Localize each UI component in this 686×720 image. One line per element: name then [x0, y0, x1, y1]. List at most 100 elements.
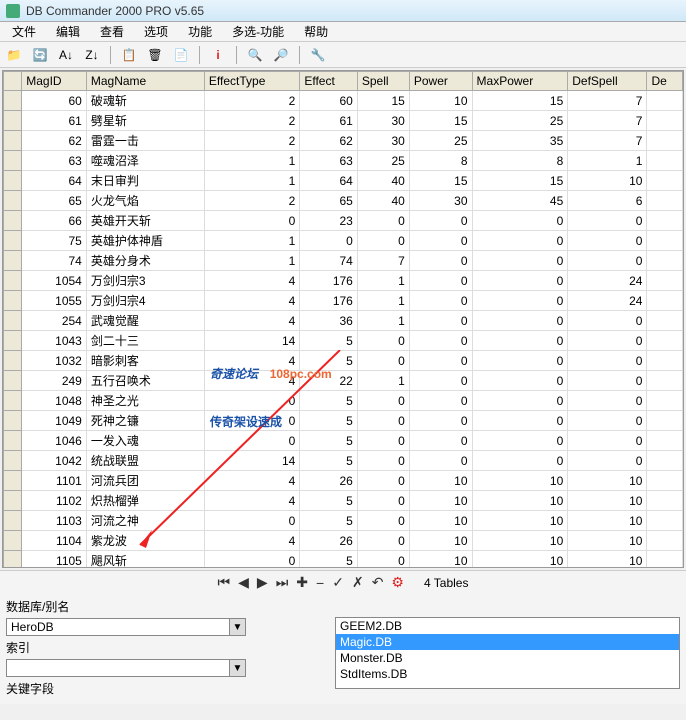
cell[interactable]: 1102 — [22, 491, 87, 511]
cell[interactable]: 10 — [409, 471, 472, 491]
table-row[interactable]: 1032暗影刺客450000 — [4, 351, 683, 371]
cell[interactable]: 0 — [472, 211, 568, 231]
cell[interactable]: 176 — [300, 291, 358, 311]
cell[interactable]: 64 — [22, 171, 87, 191]
cell[interactable]: 暗影刺客 — [86, 351, 204, 371]
cell[interactable]: 61 — [22, 111, 87, 131]
sort-az-icon[interactable]: A↓ — [56, 45, 76, 65]
cell[interactable]: 7 — [568, 131, 647, 151]
cell[interactable]: 0 — [472, 291, 568, 311]
cell[interactable]: 10 — [568, 471, 647, 491]
column-header[interactable]: MagName — [86, 72, 204, 91]
table-row[interactable]: 1104紫龙波4260101010 — [4, 531, 683, 551]
cell[interactable]: 1 — [357, 271, 409, 291]
cell[interactable]: 5 — [300, 391, 358, 411]
cell[interactable]: 15 — [472, 171, 568, 191]
cell[interactable]: 2 — [204, 131, 299, 151]
cell[interactable]: 65 — [300, 191, 358, 211]
info-icon[interactable]: i — [208, 45, 228, 65]
cell[interactable]: 武魂觉醒 — [86, 311, 204, 331]
copy-icon[interactable]: 📋 — [119, 45, 139, 65]
cell[interactable]: 0 — [300, 231, 358, 251]
folder-icon[interactable]: 📁 — [4, 45, 24, 65]
cell[interactable]: 14 — [204, 331, 299, 351]
cell[interactable]: 0 — [357, 431, 409, 451]
cell[interactable]: 60 — [300, 91, 358, 111]
cell[interactable]: 75 — [22, 231, 87, 251]
column-header[interactable]: EffectType — [204, 72, 299, 91]
cell[interactable]: 0 — [357, 511, 409, 531]
add-icon[interactable]: ✚ — [296, 574, 308, 591]
table-row[interactable]: 1055万剑归宗4417610024 — [4, 291, 683, 311]
cell[interactable]: 0 — [472, 251, 568, 271]
cell[interactable]: 1103 — [22, 511, 87, 531]
cell[interactable]: 1 — [204, 251, 299, 271]
cell[interactable]: 死神之镰 — [86, 411, 204, 431]
cell[interactable]: 10 — [568, 491, 647, 511]
cell[interactable]: 63 — [300, 151, 358, 171]
cell[interactable]: 劈星斩 — [86, 111, 204, 131]
cell[interactable]: 10 — [472, 551, 568, 569]
cell[interactable]: 4 — [204, 491, 299, 511]
cell[interactable]: 1104 — [22, 531, 87, 551]
table-row[interactable]: 1042统战联盟1450000 — [4, 451, 683, 471]
cell[interactable]: 1032 — [22, 351, 87, 371]
menu-item[interactable]: 编辑 — [48, 21, 88, 42]
cell[interactable]: 1 — [204, 151, 299, 171]
cell[interactable]: 10 — [472, 531, 568, 551]
cell[interactable]: 1046 — [22, 431, 87, 451]
cell[interactable]: 噬魂沼泽 — [86, 151, 204, 171]
cell[interactable]: 0 — [357, 391, 409, 411]
menu-item[interactable]: 选项 — [136, 21, 176, 42]
cell[interactable]: 0 — [357, 471, 409, 491]
table-row[interactable]: 1102炽热榴弹450101010 — [4, 491, 683, 511]
cell[interactable]: 1 — [204, 171, 299, 191]
cell[interactable]: 0 — [472, 331, 568, 351]
table-row[interactable]: 1048神圣之光050000 — [4, 391, 683, 411]
cell[interactable]: 26 — [300, 531, 358, 551]
cell[interactable]: 0 — [357, 351, 409, 371]
cell[interactable]: 74 — [300, 251, 358, 271]
cell[interactable]: 0 — [568, 371, 647, 391]
cell[interactable]: 4 — [204, 351, 299, 371]
file-list[interactable]: GEEM2.DBMagic.DBMonster.DBStdItems.DB — [335, 617, 680, 689]
cell[interactable]: 1 — [357, 371, 409, 391]
cell[interactable]: 0 — [204, 391, 299, 411]
table-row[interactable]: 60破魂斩2601510157 — [4, 91, 683, 111]
last-icon[interactable]: ⏭ — [276, 574, 289, 591]
list-item[interactable]: GEEM2.DB — [336, 618, 679, 634]
first-icon[interactable]: ⏮ — [218, 574, 231, 591]
find-next-icon[interactable]: 🔎 — [271, 45, 291, 65]
cell[interactable]: 4 — [204, 291, 299, 311]
cell[interactable]: 25 — [357, 151, 409, 171]
cell[interactable]: 5 — [300, 411, 358, 431]
search-icon[interactable]: 🔍 — [245, 45, 265, 65]
cell[interactable]: 0 — [357, 551, 409, 569]
cell[interactable]: 15 — [472, 91, 568, 111]
cell[interactable]: 4 — [204, 471, 299, 491]
table-row[interactable]: 1046一发入魂050000 — [4, 431, 683, 451]
refresh-icon[interactable]: 🔄 — [30, 45, 50, 65]
cell[interactable]: 0 — [357, 331, 409, 351]
cell[interactable]: 0 — [472, 311, 568, 331]
cell[interactable]: 0 — [568, 391, 647, 411]
cell[interactable]: 0 — [409, 351, 472, 371]
table-row[interactable]: 1043剑二十三1450000 — [4, 331, 683, 351]
prev-icon[interactable]: ◀ — [238, 574, 249, 591]
cell[interactable]: 0 — [204, 551, 299, 569]
cell[interactable]: 1054 — [22, 271, 87, 291]
column-header[interactable]: Power — [409, 72, 472, 91]
cell[interactable]: 0 — [472, 411, 568, 431]
cell[interactable]: 24 — [568, 271, 647, 291]
cell[interactable]: 1 — [568, 151, 647, 171]
cell[interactable]: 5 — [300, 431, 358, 451]
cell[interactable]: 0 — [357, 211, 409, 231]
cell[interactable]: 0 — [409, 391, 472, 411]
cell[interactable]: 1 — [357, 291, 409, 311]
cell[interactable]: 0 — [409, 271, 472, 291]
cell[interactable]: 0 — [357, 531, 409, 551]
cell[interactable]: 0 — [357, 231, 409, 251]
cell[interactable]: 紫龙波 — [86, 531, 204, 551]
cell[interactable]: 4 — [204, 271, 299, 291]
column-header[interactable]: MaxPower — [472, 72, 568, 91]
